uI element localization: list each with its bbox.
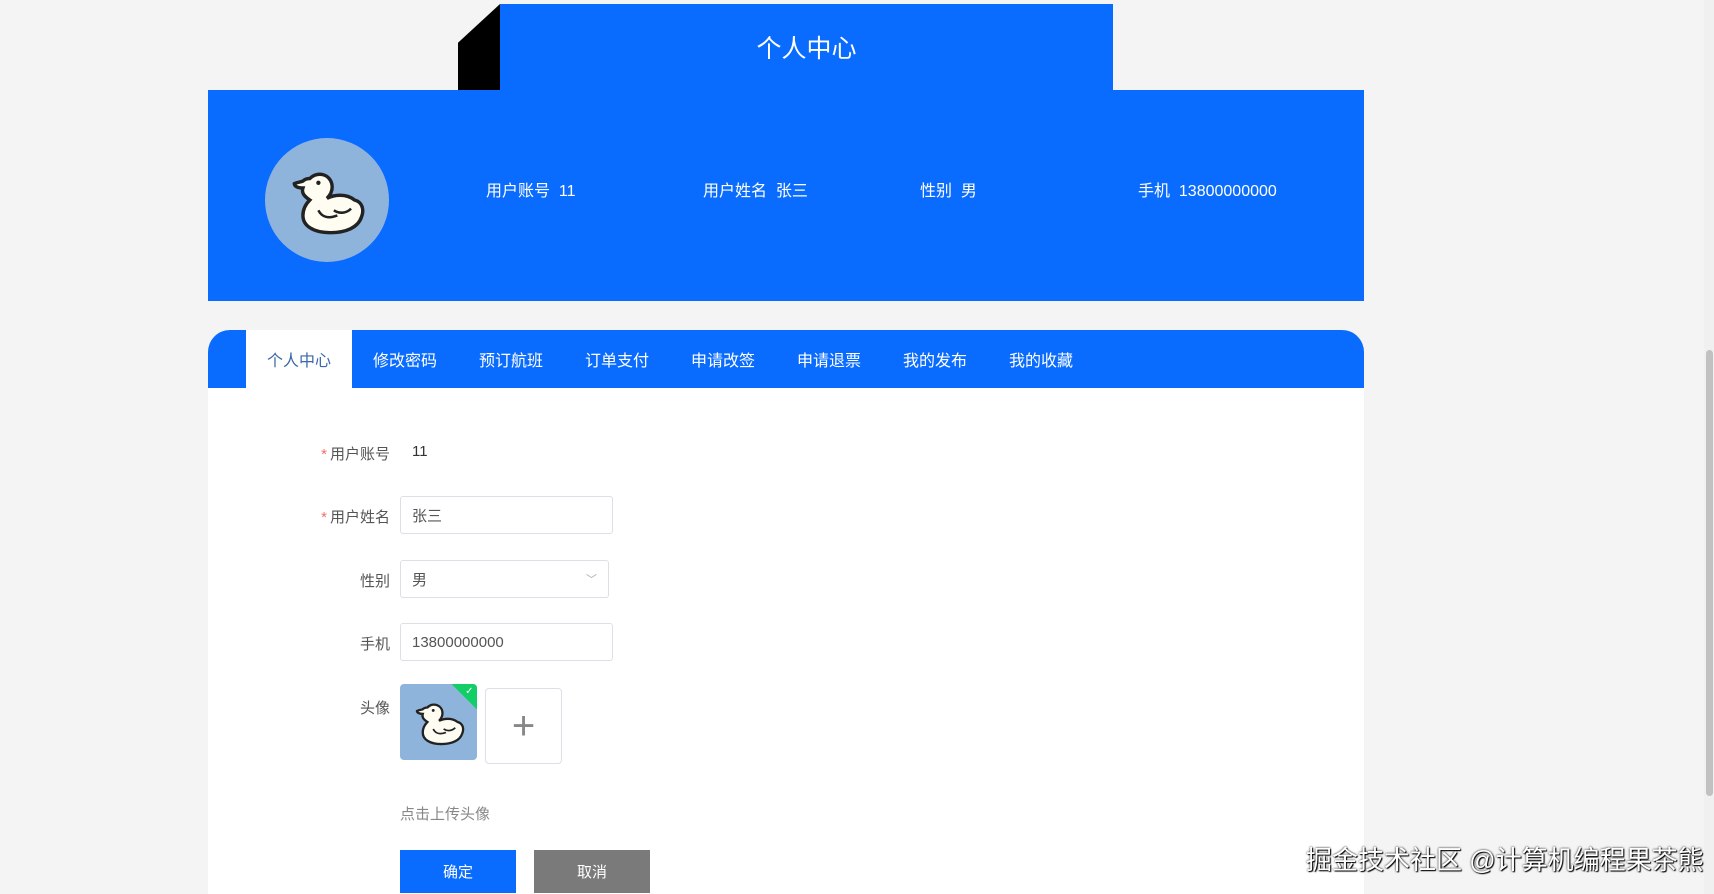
watermark: 掘金技术社区 @计算机编程果茶熊: [1306, 845, 1704, 875]
tab-change-password[interactable]: 修改密码: [352, 330, 458, 388]
tab-book-flight[interactable]: 预订航班: [458, 330, 564, 388]
phone-label: 手机: [1138, 183, 1171, 200]
account-label: 用户账号: [486, 183, 551, 200]
tab-apply-change[interactable]: 申请改签: [670, 330, 776, 388]
phone-field-label: 手机: [359, 636, 390, 653]
cancel-button[interactable]: 取消: [534, 850, 650, 893]
banner-phone: 手机 13800000000: [1138, 177, 1277, 201]
profile-banner: 用户账号 11 用户姓名 张三 性别 男 手机 13800000000: [208, 90, 1364, 301]
duck-avatar-icon: [284, 157, 370, 243]
tab-my-posts[interactable]: 我的发布: [882, 330, 988, 388]
phone-value: 13800000000: [1178, 183, 1277, 200]
banner-name: 用户姓名 张三: [703, 177, 808, 201]
tab-personal-center[interactable]: 个人中心: [246, 330, 352, 388]
plus-icon: +: [511, 703, 536, 748]
upload-hint: 点击上传头像: [400, 806, 491, 823]
duck-avatar-icon: [410, 693, 468, 751]
gender-value: 男: [960, 183, 977, 200]
chevron-down-icon: ﹀: [586, 574, 597, 586]
title-tab-corner: [458, 4, 500, 90]
name-input[interactable]: 张三: [400, 496, 613, 534]
confirm-button[interactable]: 确定: [400, 850, 516, 893]
upload-plus-button[interactable]: +: [485, 688, 562, 764]
uploaded-avatar-thumbnail[interactable]: ✓: [400, 684, 477, 760]
gender-label: 性别: [920, 183, 953, 200]
tab-order-payment[interactable]: 订单支付: [564, 330, 670, 388]
avatar-field-label: 头像: [359, 700, 390, 717]
tab-apply-refund[interactable]: 申请退票: [776, 330, 882, 388]
tab-bar: 个人中心 修改密码 预订航班 订单支付 申请改签 申请退票 我的发布 我的收藏: [208, 330, 1364, 388]
tab-my-favorites[interactable]: 我的收藏: [988, 330, 1094, 388]
scrollbar[interactable]: [1704, 0, 1714, 894]
banner-gender: 性别 男: [920, 177, 977, 201]
scrollbar-thumb[interactable]: [1706, 350, 1713, 796]
avatar: [265, 138, 389, 262]
name-label: 用户姓名: [703, 183, 768, 200]
gender-select[interactable]: 男 ﹀: [400, 560, 609, 598]
banner-account: 用户账号 11: [486, 177, 576, 201]
gender-select-value: 男: [412, 571, 428, 589]
account-field-label: * 用户账号: [321, 446, 390, 463]
account-value: 11: [558, 183, 576, 200]
phone-input[interactable]: 13800000000: [400, 623, 613, 661]
page-title: 个人中心: [500, 4, 1113, 90]
name-value: 张三: [775, 183, 808, 200]
account-field-value: 11: [412, 443, 428, 460]
name-field-label: * 用户姓名: [321, 509, 390, 526]
gender-field-label: 性别: [359, 573, 390, 590]
